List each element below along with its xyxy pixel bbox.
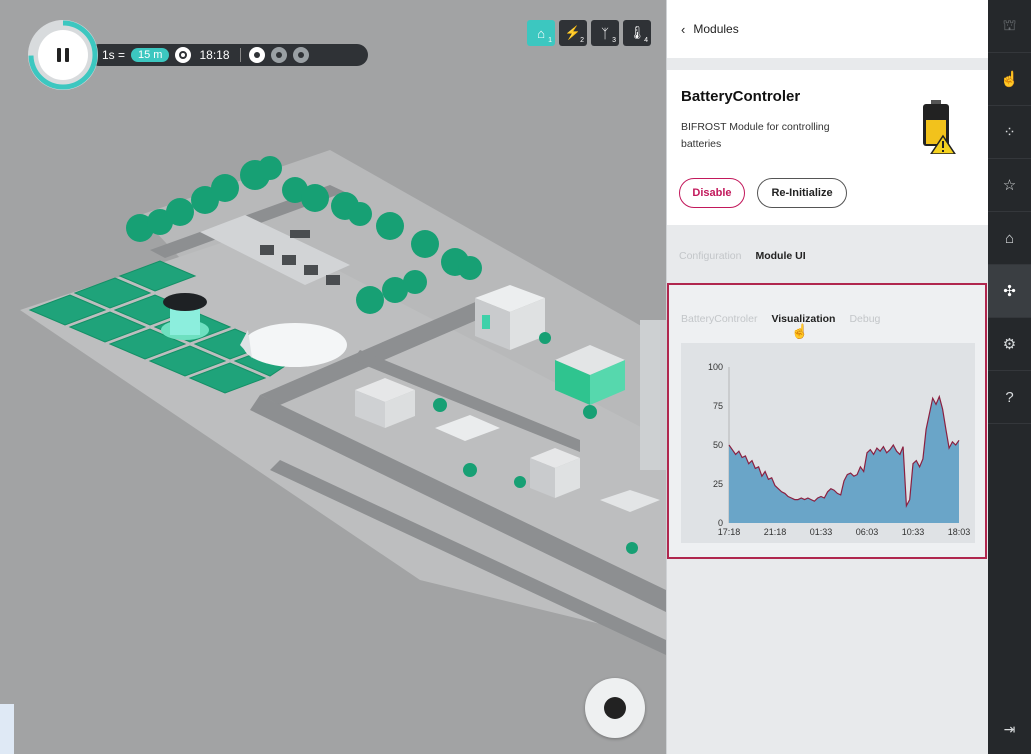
layer-index: 4 — [644, 37, 648, 44]
nav-hand-icon[interactable]: ☝ — [988, 53, 1031, 106]
clock-icon[interactable] — [175, 47, 192, 63]
pointer-cursor-icon: ☝ — [791, 323, 809, 339]
nav-settings-icon[interactable]: ⚙ — [988, 318, 1031, 371]
city-scene-graphic — [20, 150, 666, 655]
layer-index: 3 — [612, 37, 616, 44]
y-tick-label: 50 — [713, 440, 723, 450]
time-step-selector[interactable]: 15 m — [131, 48, 170, 62]
tab-configuration[interactable]: Configuration — [679, 250, 741, 262]
y-tick-label: 75 — [713, 401, 723, 411]
compass-icon — [604, 697, 626, 719]
speed-rate-label: 1s = — [102, 48, 126, 62]
x-tick-label: 17:18 — [718, 527, 741, 537]
nav-city-icon[interactable]: ⛫ — [988, 0, 1031, 53]
nav-star-icon[interactable]: ☆ — [988, 159, 1031, 212]
antenna-icon: ᛉ — [601, 25, 609, 41]
disable-button[interactable]: Disable — [679, 178, 745, 208]
nav-list: ⛫ ☝ ⁘ ☆ ⌂ ✣ ⚙? — [988, 0, 1031, 424]
tab-debug[interactable]: Debug — [849, 313, 880, 325]
battery-chart-svg: 025507510017:18 21:18 01:33 06:03 10:33 18:03 — [708, 362, 971, 537]
battery-chart: 0 25 50 75 100 17:18 21:18 01:33 06:03 10:33 18:03 — [681, 343, 975, 543]
city-3d-view[interactable]: 1s = 15 m 18:18 ⌂ 1 ⚡ 2 ᛉ 3 🌡 4 — [0, 0, 666, 754]
layer-index: 2 — [580, 37, 584, 44]
sim-time: 18:18 — [199, 48, 230, 62]
y-tick-label: 25 — [713, 479, 723, 489]
module-panel: ‹ Modules BatteryControler BIFROST Modul… — [666, 0, 989, 754]
tab-module-ui[interactable]: Module UI — [755, 250, 805, 262]
nav-help-icon[interactable]: ? — [988, 371, 1031, 424]
x-tick-label: 21:18 — [764, 527, 787, 537]
layer-button-3[interactable]: ᛉ3 — [591, 20, 619, 46]
module-card: BatteryControler BIFROST Module for cont… — [667, 70, 989, 225]
back-chevron-icon[interactable]: ‹ — [681, 22, 685, 37]
x-tick-label: 10:33 — [902, 527, 925, 537]
lightning-icon: ⚡ — [564, 25, 582, 40]
progress-ring — [28, 20, 98, 90]
panel-header: ‹ Modules — [667, 0, 988, 58]
speed-bar: 1s = 15 m 18:18 — [88, 44, 368, 66]
view-toggle-3-icon[interactable] — [292, 47, 309, 63]
battery-warning-icon — [923, 100, 956, 154]
exit-icon[interactable]: ⇥ — [988, 714, 1031, 744]
view-toggle-2-icon[interactable] — [270, 47, 287, 63]
nav-modules-icon[interactable]: ✣ — [988, 265, 1031, 318]
corner-decoration — [0, 704, 14, 754]
thermometer-icon: 🌡 — [628, 25, 646, 40]
y-tick-label: 100 — [708, 362, 723, 372]
layer-toolbar: ⌂ 1 ⚡ 2 ᛉ 3 🌡 4 — [527, 20, 655, 46]
reinitialize-button[interactable]: Re-Initialize — [757, 178, 847, 208]
module-description: BIFROST Module for controlling batteries — [681, 121, 830, 150]
layer-index: 1 — [548, 37, 552, 44]
module-ui-tabs: BatteryControler Visualization Debug — [681, 313, 894, 325]
layer-button-2[interactable]: ⚡ 2 — [559, 20, 587, 46]
divider — [239, 48, 241, 62]
series-area — [729, 396, 959, 523]
side-navigation: ⛫ ☝ ⁘ ☆ ⌂ ✣ ⚙? ⇥ — [988, 0, 1031, 754]
home-icon: ⌂ — [537, 25, 545, 41]
module-ui-frame: BatteryControler Visualization Debug ☝ 0… — [667, 283, 987, 559]
camera-rotate-control[interactable] — [585, 678, 645, 738]
pause-button[interactable] — [38, 30, 88, 80]
back-to-modules-link[interactable]: Modules — [693, 22, 738, 36]
view-toggle-1-icon[interactable] — [248, 47, 265, 63]
nav-loading-icon[interactable]: ⁘ — [988, 106, 1031, 159]
x-tick-label: 06:03 — [856, 527, 879, 537]
app-window: 1s = 15 m 18:18 ⌂ 1 ⚡ 2 ᛉ 3 🌡 4 ‹ Module… — [0, 0, 1031, 754]
nav-buildings-icon[interactable]: ⌂ — [988, 212, 1031, 265]
layer-button-1[interactable]: ⌂ 1 — [527, 20, 555, 46]
tab-batterycontroler[interactable]: BatteryControler — [681, 313, 757, 325]
x-tick-label: 01:33 — [810, 527, 833, 537]
x-tick-label: 18:03 — [948, 527, 971, 537]
panel-tabs: Configuration Module UI — [679, 250, 820, 262]
layer-button-4[interactable]: 🌡 4 — [623, 20, 651, 46]
